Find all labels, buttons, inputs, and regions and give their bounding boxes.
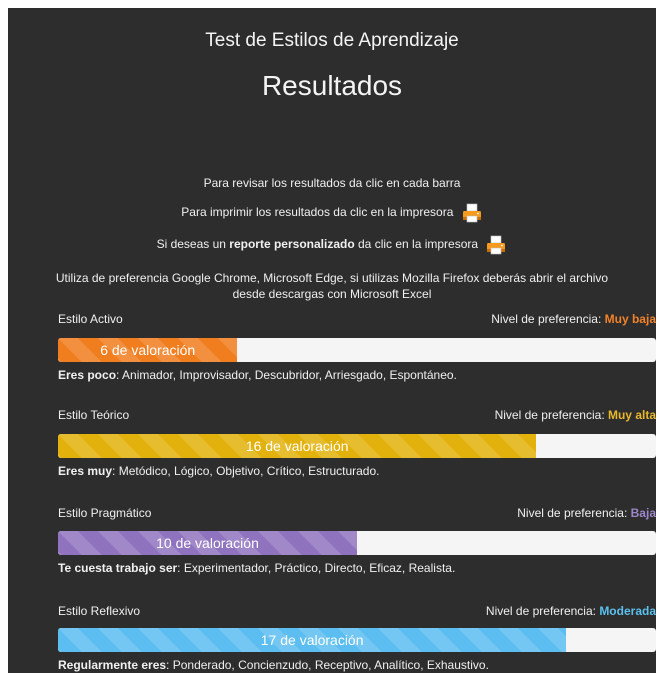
- score-bar[interactable]: 10 de valoración: [58, 531, 656, 555]
- description-lead: Regularmente eres: [58, 658, 167, 672]
- report-instruction-pre: Si deseas un: [156, 237, 230, 252]
- preference-level: Nivel de preferencia: Muy alta: [495, 408, 656, 422]
- description-lead: Eres muy: [58, 464, 113, 478]
- style-name: Estilo Teórico: [58, 408, 130, 422]
- score-label: 17 de valoración: [260, 632, 364, 648]
- style-header: Estilo Activo Nivel de preferencia: Muy …: [58, 312, 656, 328]
- level-value: Muy alta: [607, 408, 656, 422]
- page-title: Resultados: [261, 70, 403, 101]
- report-instruction-bold: reporte personalizado: [229, 237, 355, 252]
- level-value: Baja: [630, 506, 656, 520]
- description-text: : Experimentador, Práctico, Directo, Efi…: [177, 561, 456, 575]
- description-text: : Ponderado, Concienzudo, Receptivo, Ana…: [166, 658, 489, 672]
- style-description: Te cuesta trabajo ser: Experimentador, P…: [58, 561, 656, 575]
- score-fill: 6 de valoración: [58, 338, 238, 362]
- style-header: Estilo Reflexivo Nivel de preferencia: M…: [58, 604, 656, 620]
- style-description: Eres poco: Animador, Improvisador, Descu…: [58, 368, 656, 382]
- style-description: Eres muy: Metódico, Lógico, Objetivo, Cr…: [58, 464, 656, 478]
- style-description: Regularmente eres: Ponderado, Concienzud…: [58, 658, 656, 672]
- level-label: Nivel de preferencia:: [485, 604, 600, 618]
- description-lead: Te cuesta trabajo ser: [58, 561, 178, 575]
- report-printer-icon[interactable]: [485, 234, 507, 256]
- report-instruction-post: da clic en la impresora: [354, 237, 479, 252]
- printer-icon[interactable]: [461, 202, 483, 224]
- level-value: Moderada: [599, 604, 656, 618]
- preference-level: Nivel de preferencia: Muy baja: [491, 312, 656, 326]
- browser-note: Utiliza de preferencia Google Chrome, Mi…: [55, 271, 609, 301]
- level-label: Nivel de preferencia:: [491, 312, 605, 326]
- print-instruction: Para imprimir los resultados da clic en …: [181, 205, 454, 220]
- score-fill: 16 de valoración: [58, 434, 537, 458]
- description-lead: Eres poco: [58, 368, 117, 382]
- print-instruction-line: Para imprimir los resultados da clic en …: [8, 202, 656, 224]
- score-fill: 10 de valoración: [58, 531, 357, 555]
- results-panel: Test de Estilos de Aprendizaje Resultado…: [8, 8, 656, 673]
- score-label: 10 de valoración: [156, 535, 259, 551]
- preference-level: Nivel de preferencia: Baja: [517, 506, 656, 520]
- app-title: Test de Estilos de Aprendizaje: [205, 30, 459, 51]
- score-label: 16 de valoración: [245, 438, 349, 454]
- description-text: : Animador, Improvisador, Descubridor, A…: [116, 368, 457, 382]
- score-bar[interactable]: 16 de valoración: [58, 434, 656, 458]
- style-header: Estilo Teórico Nivel de preferencia: Muy…: [58, 408, 656, 424]
- level-value: Muy baja: [604, 312, 656, 326]
- report-instruction-line: Si deseas un reporte personalizado da cl…: [8, 234, 656, 256]
- score-fill: 17 de valoración: [58, 628, 567, 652]
- score-label: 6 de valoración: [100, 342, 196, 358]
- style-name: Estilo Activo: [58, 312, 123, 326]
- style-header: Estilo Pragmático Nivel de preferencia: …: [58, 506, 656, 522]
- style-name: Estilo Pragmático: [58, 506, 152, 520]
- review-instruction: Para revisar los resultados da clic en c…: [203, 176, 461, 190]
- style-name: Estilo Reflexivo: [58, 604, 141, 618]
- description-text: : Metódico, Lógico, Objetivo, Crítico, E…: [112, 464, 380, 478]
- level-label: Nivel de preferencia:: [517, 506, 631, 520]
- preference-level: Nivel de preferencia: Moderada: [486, 604, 656, 618]
- score-bar[interactable]: 6 de valoración: [58, 338, 656, 362]
- score-bar[interactable]: 17 de valoración: [58, 628, 656, 652]
- level-label: Nivel de preferencia:: [494, 408, 608, 422]
